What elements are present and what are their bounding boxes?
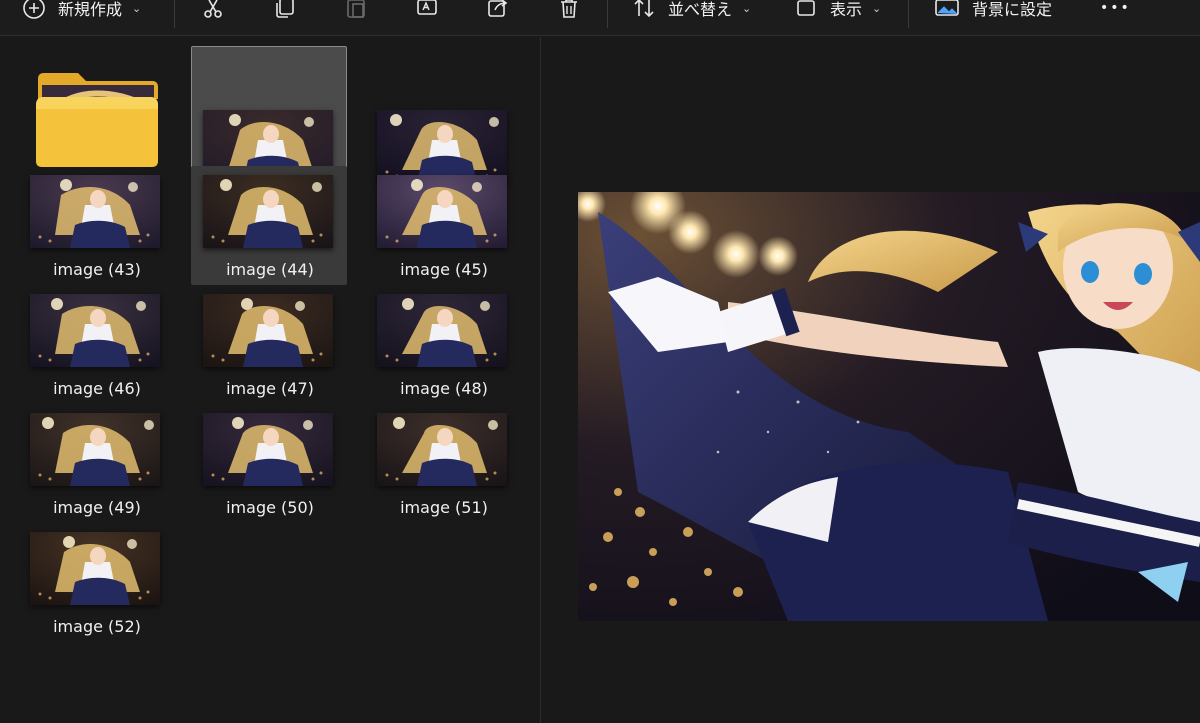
file-name-label: image (43)	[53, 260, 141, 279]
file-item[interactable]: image (43)	[18, 166, 174, 285]
image-thumbnail	[30, 294, 160, 367]
new-button-label: 新規作成	[58, 0, 123, 19]
chevron-down-icon: ⌄	[872, 1, 882, 15]
desktop-background-icon	[934, 0, 960, 20]
more-dots-icon: •••	[1100, 0, 1131, 16]
file-name-label: image (44)	[226, 260, 314, 279]
image-thumbnail	[30, 175, 160, 248]
rename-icon	[415, 0, 439, 20]
chevron-down-icon: ⌄	[742, 1, 752, 15]
file-name-label: image (49)	[53, 498, 141, 517]
file-list: 20260425旧Bimage (41)image (42)image (43)…	[0, 37, 540, 723]
image-thumbnail	[377, 413, 507, 486]
preview-image	[578, 192, 1200, 621]
toolbar-divider	[908, 0, 909, 28]
image-thumbnail	[377, 294, 507, 367]
share-icon	[486, 0, 510, 20]
file-item[interactable]: image (44)	[191, 166, 347, 285]
file-name-label: image (46)	[53, 379, 141, 398]
file-item[interactable]: image (49)	[18, 404, 174, 523]
image-thumbnail	[377, 175, 507, 248]
paste-icon	[344, 0, 368, 20]
trash-icon	[557, 0, 581, 20]
file-name-label: image (45)	[400, 260, 488, 279]
copy-icon	[273, 0, 297, 20]
file-name-label: image (52)	[53, 617, 141, 636]
file-item[interactable]: image (46)	[18, 285, 174, 404]
view-icon	[794, 0, 818, 20]
new-button[interactable]: 新規作成 ⌄	[22, 0, 141, 28]
image-thumbnail	[30, 413, 160, 486]
set-background-label: 背景に設定	[972, 0, 1053, 19]
folder-icon	[34, 69, 160, 169]
file-item[interactable]: image (52)	[18, 523, 174, 642]
view-button[interactable]: 表示 ⌄	[794, 0, 881, 28]
pane-splitter[interactable]	[540, 37, 541, 723]
sort-arrows-icon	[632, 0, 656, 20]
set-background-button[interactable]: 背景に設定	[934, 0, 1052, 28]
view-button-label: 表示	[830, 0, 863, 19]
share-button[interactable]	[486, 0, 510, 28]
sort-button[interactable]: 並べ替え ⌄	[632, 0, 751, 28]
image-thumbnail	[203, 294, 333, 367]
rename-button[interactable]	[415, 0, 439, 28]
delete-button[interactable]	[557, 0, 581, 28]
sort-button-label: 並べ替え	[668, 0, 733, 19]
more-options-button[interactable]: •••	[1100, 0, 1131, 28]
file-name-label: image (48)	[400, 379, 488, 398]
image-thumbnail	[30, 532, 160, 605]
file-name-label: image (51)	[400, 498, 488, 517]
paste-button[interactable]	[344, 0, 368, 28]
cut-button[interactable]	[201, 0, 225, 28]
file-item[interactable]: image (45)	[365, 166, 521, 285]
toolbar-divider	[607, 0, 608, 28]
toolbar-divider	[174, 0, 175, 28]
image-thumbnail	[203, 175, 333, 248]
copy-button[interactable]	[273, 0, 297, 28]
image-thumbnail	[203, 413, 333, 486]
plus-circle-icon	[22, 0, 46, 20]
chevron-down-icon: ⌄	[132, 1, 142, 15]
file-item[interactable]: image (47)	[191, 285, 347, 404]
file-item[interactable]: image (51)	[365, 404, 521, 523]
file-item[interactable]: image (48)	[365, 285, 521, 404]
command-bar: 新規作成 ⌄ 並べ替え ⌄ 表示 ⌄ 背景に設定 •••	[0, 0, 1200, 36]
file-item[interactable]: image (50)	[191, 404, 347, 523]
file-name-label: image (47)	[226, 379, 314, 398]
file-name-label: image (50)	[226, 498, 314, 517]
scissors-icon	[201, 0, 225, 20]
